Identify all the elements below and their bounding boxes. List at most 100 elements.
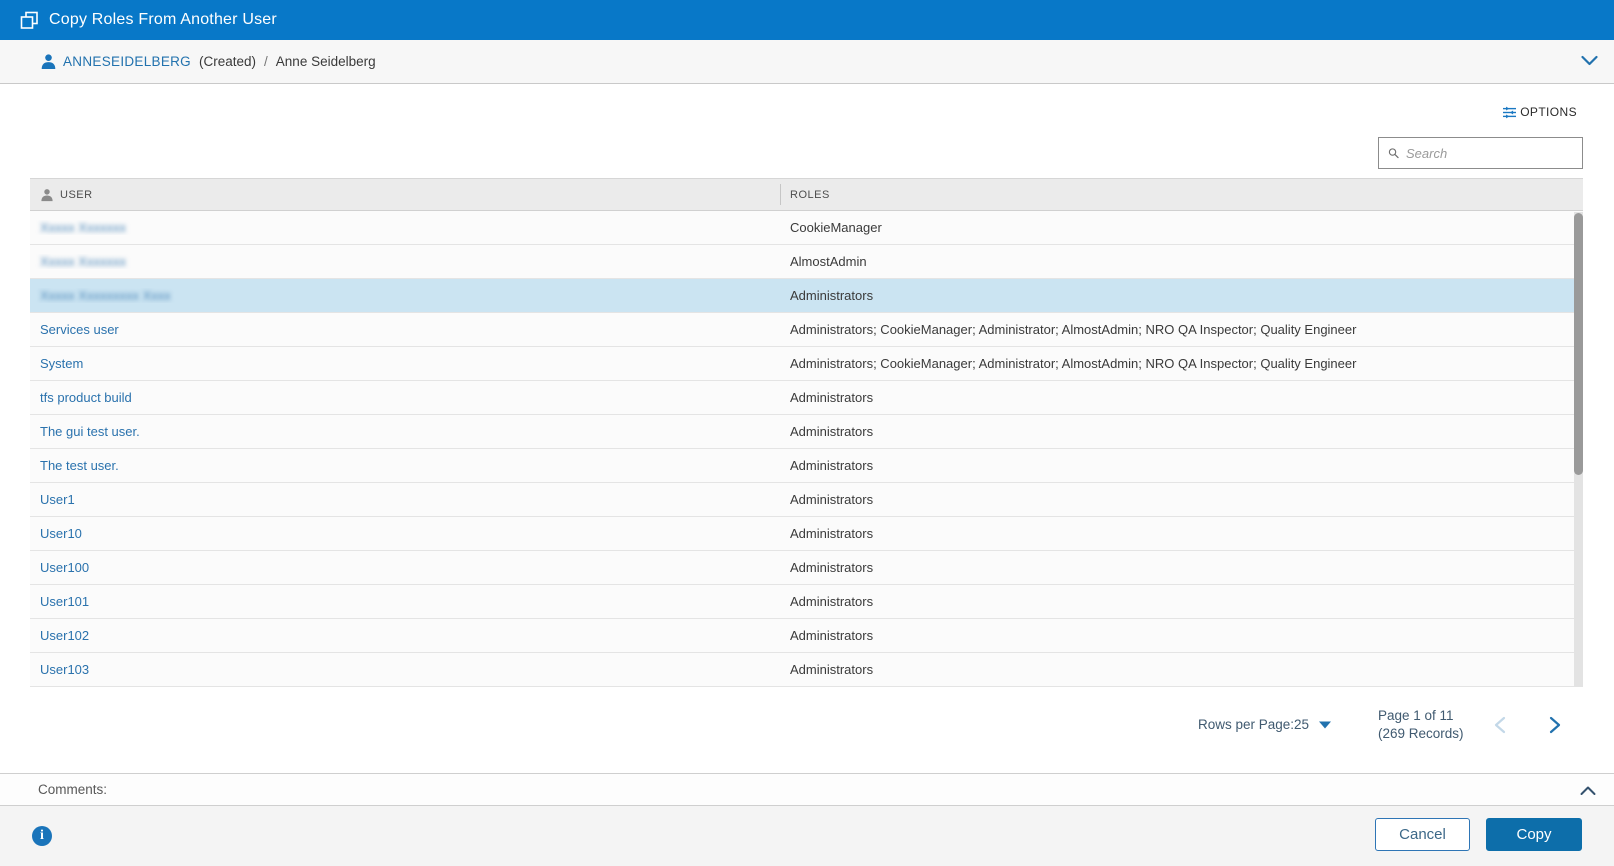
user-name-link[interactable]: tfs product build bbox=[40, 390, 132, 405]
search-input[interactable] bbox=[1406, 138, 1582, 168]
table-row[interactable]: tfs product build Administrators bbox=[30, 381, 1583, 415]
user-cell: System bbox=[30, 356, 780, 371]
user-cell: Xxxxx Xxxxxxxxx Xxxx bbox=[30, 288, 780, 303]
user-column-icon bbox=[40, 188, 54, 202]
roles-cell: Administrators bbox=[780, 288, 1583, 303]
previous-page-button[interactable] bbox=[1488, 713, 1512, 737]
roles-cell: AlmostAdmin bbox=[780, 254, 1583, 269]
table-row[interactable]: Services user Administrators; CookieManag… bbox=[30, 313, 1583, 347]
user-cell: tfs product build bbox=[30, 390, 780, 405]
copy-button[interactable]: Copy bbox=[1486, 818, 1582, 851]
table-row[interactable]: Xxxxx Xxxxxxxxx Xxxx Administrators bbox=[30, 279, 1583, 313]
chevron-right-icon bbox=[1549, 716, 1561, 734]
roles-column-label: ROLES bbox=[790, 189, 830, 201]
table-scrollbar-thumb[interactable] bbox=[1574, 213, 1583, 475]
expand-comments-chevron-up-icon[interactable] bbox=[1580, 783, 1596, 801]
breadcrumb-separator: / bbox=[264, 54, 268, 69]
table-row[interactable]: User1 Administrators bbox=[30, 483, 1583, 517]
collapse-header-chevron-down-icon[interactable] bbox=[1581, 54, 1598, 69]
options-button[interactable]: OPTIONS bbox=[1503, 100, 1577, 124]
cancel-button[interactable]: Cancel bbox=[1375, 818, 1470, 851]
table-row[interactable]: User103 Administrators bbox=[30, 653, 1583, 687]
table-row[interactable]: Xxxxx Xxxxxxx CookieManager bbox=[30, 211, 1583, 245]
user-name-link[interactable]: Xxxxx Xxxxxxx bbox=[40, 220, 126, 235]
user-name-link[interactable]: Services user bbox=[40, 322, 119, 337]
dialog-footer: i Cancel Copy bbox=[0, 806, 1614, 866]
user-name-link[interactable]: Xxxxx Xxxxxxx bbox=[40, 254, 126, 269]
user-name-link[interactable]: The gui test user. bbox=[40, 424, 140, 439]
user-cell: The gui test user. bbox=[30, 424, 780, 439]
user-name-link[interactable]: User10 bbox=[40, 526, 82, 541]
user-cell: User102 bbox=[30, 628, 780, 643]
rows-per-page-label: Rows per Page:25 bbox=[1198, 717, 1309, 732]
pagination-bar: Rows per Page:25 Page 1 of 11 (269 Recor… bbox=[0, 700, 1614, 756]
dialog-title: Copy Roles From Another User bbox=[49, 11, 277, 29]
roles-cell: Administrators bbox=[780, 662, 1583, 677]
user-cell: Xxxxx Xxxxxxx bbox=[30, 254, 780, 269]
comments-label: Comments: bbox=[38, 782, 107, 797]
user-name-link[interactable]: System bbox=[40, 356, 83, 371]
column-divider bbox=[780, 184, 781, 205]
roles-cell: Administrators bbox=[780, 390, 1583, 405]
dialog-titlebar: Copy Roles From Another User bbox=[0, 0, 1614, 40]
users-table: USER ROLES Xxxxx XxxxxxxCookieManagerXxx… bbox=[30, 178, 1583, 687]
chevron-left-icon bbox=[1494, 716, 1506, 734]
next-page-button[interactable] bbox=[1543, 713, 1567, 737]
roles-cell: Administrators bbox=[780, 492, 1583, 507]
copy-roles-dialog: Copy Roles From Another User ANNESEIDELB… bbox=[0, 0, 1614, 866]
table-header: USER ROLES bbox=[30, 178, 1583, 211]
user-cell: User1 bbox=[30, 492, 780, 507]
roles-cell: Administrators; CookieManager; Administr… bbox=[780, 356, 1583, 371]
table-row[interactable]: The gui test user. Administrators bbox=[30, 415, 1583, 449]
roles-cell: CookieManager bbox=[780, 220, 1583, 235]
user-column-label: USER bbox=[60, 189, 93, 201]
user-icon bbox=[40, 53, 57, 70]
table-row[interactable]: User101 Administrators bbox=[30, 585, 1583, 619]
roles-cell: Administrators; CookieManager; Administr… bbox=[780, 322, 1583, 337]
user-cell: User100 bbox=[30, 560, 780, 575]
search-box bbox=[1378, 137, 1583, 169]
roles-cell: Administrators bbox=[780, 628, 1583, 643]
roles-cell: Administrators bbox=[780, 424, 1583, 439]
user-name-link[interactable]: The test user. bbox=[40, 458, 119, 473]
user-login-link[interactable]: ANNESEIDELBERG bbox=[63, 54, 191, 69]
page-label: Page 1 of 11 bbox=[1378, 707, 1464, 725]
column-header-user[interactable]: USER bbox=[30, 188, 780, 202]
roles-cell: Administrators bbox=[780, 594, 1583, 609]
user-status: (Created) bbox=[199, 54, 256, 69]
rows-per-page-select[interactable]: Rows per Page:25 bbox=[1198, 717, 1331, 732]
user-cell: User101 bbox=[30, 594, 780, 609]
table-body: Xxxxx Xxxxxxx CookieManager Xxxxx Xxxxxxx A… bbox=[30, 211, 1583, 687]
user-cell: Services user bbox=[30, 322, 780, 337]
table-row[interactable]: User100 Administrators bbox=[30, 551, 1583, 585]
user-cell: User10 bbox=[30, 526, 780, 541]
info-icon[interactable]: i bbox=[32, 826, 52, 846]
roles-cell: Administrators bbox=[780, 526, 1583, 541]
user-cell: User103 bbox=[30, 662, 780, 677]
roles-cell: Administrators bbox=[780, 458, 1583, 473]
user-name-link[interactable]: User1 bbox=[40, 492, 75, 507]
user-full-name: Anne Seidelberg bbox=[276, 54, 376, 69]
options-sliders-icon bbox=[1503, 105, 1516, 120]
user-header: ANNESEIDELBERG (Created) / Anne Seidelbe… bbox=[0, 40, 1614, 84]
caret-down-icon bbox=[1319, 721, 1331, 729]
options-label: OPTIONS bbox=[1520, 105, 1577, 119]
table-row[interactable]: Xxxxx Xxxxxxx AlmostAdmin bbox=[30, 245, 1583, 279]
page-info: Page 1 of 11 (269 Records) bbox=[1378, 707, 1464, 743]
user-name-link[interactable]: User101 bbox=[40, 594, 89, 609]
user-name-link[interactable]: User100 bbox=[40, 560, 89, 575]
column-header-roles[interactable]: ROLES bbox=[780, 189, 1583, 201]
records-label: (269 Records) bbox=[1378, 725, 1464, 743]
user-name-link[interactable]: Xxxxx Xxxxxxxxx Xxxx bbox=[40, 288, 171, 303]
user-cell: Xxxxx Xxxxxxx bbox=[30, 220, 780, 235]
table-row[interactable]: System Administrators; CookieManager; Adm… bbox=[30, 347, 1583, 381]
comments-section-toggle[interactable]: Comments: bbox=[0, 773, 1614, 806]
search-icon bbox=[1388, 145, 1399, 161]
roles-cell: Administrators bbox=[780, 560, 1583, 575]
user-name-link[interactable]: User103 bbox=[40, 662, 89, 677]
copy-icon bbox=[20, 11, 39, 30]
table-row[interactable]: User10 Administrators bbox=[30, 517, 1583, 551]
table-row[interactable]: User102 Administrators bbox=[30, 619, 1583, 653]
table-row[interactable]: The test user. Administrators bbox=[30, 449, 1583, 483]
user-name-link[interactable]: User102 bbox=[40, 628, 89, 643]
